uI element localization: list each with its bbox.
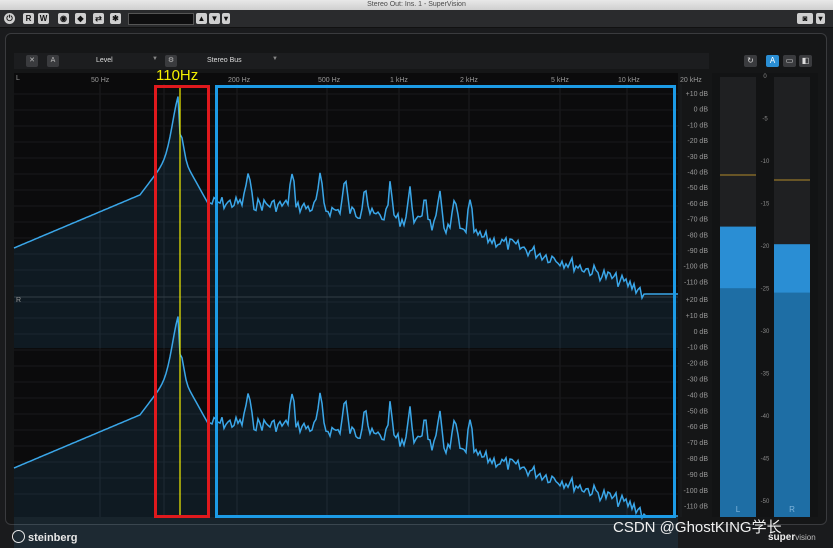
db-label: -80 dB (687, 232, 708, 239)
meter-scale-label: -40 (761, 414, 770, 420)
frequency-marker-label: 110Hz (156, 67, 198, 84)
freq-label-200hz: 200 Hz (228, 77, 251, 84)
freq-label-2khz: 2 kHz (460, 77, 478, 84)
meter-scale-label: -35 (761, 372, 770, 378)
brand-name: steinberg (28, 532, 78, 544)
db-label: -10 dB (687, 345, 708, 352)
freq-label-50hz: 50 Hz (91, 77, 110, 84)
db-label: -110 dB (684, 504, 708, 511)
channel-label-right: R (16, 297, 21, 304)
meter-scale-label: -50 (761, 499, 770, 505)
meter-scale-label: -45 (761, 457, 770, 463)
db-label: -20 dB (687, 138, 708, 145)
db-label: -100 dB (683, 264, 708, 271)
meter-right-rms (774, 292, 810, 517)
db-label: -70 dB (687, 217, 708, 224)
db-label: +20 dB (686, 297, 709, 304)
meter-scale-label: -20 (761, 244, 770, 250)
db-label: -40 dB (687, 170, 708, 177)
db-label: -70 dB (687, 440, 708, 447)
db-label: +10 dB (686, 91, 709, 98)
supervision-logo: supervision (768, 532, 816, 543)
db-label: -50 dB (687, 185, 708, 192)
db-label: -60 dB (687, 201, 708, 208)
meter-scale-label: -15 (761, 202, 770, 208)
meter-left-rms (720, 288, 756, 517)
db-label: -10 dB (687, 122, 708, 129)
db-label: -100 dB (683, 488, 708, 495)
db-label: -60 dB (687, 424, 708, 431)
meter-label-left: L (736, 505, 741, 514)
db-label: -40 dB (687, 392, 708, 399)
steinberg-logo: steinberg (12, 530, 78, 544)
freq-label-5khz: 5 kHz (551, 77, 569, 84)
db-label: -30 dB (687, 154, 708, 161)
meter-scale-label: -25 (761, 287, 770, 293)
db-label: -80 dB (687, 456, 708, 463)
meter-scale-label: -5 (762, 117, 768, 123)
db-label: -30 dB (687, 377, 708, 384)
freq-label-1khz: 1 kHz (390, 77, 408, 84)
spectrum-display: 50 Hz 200 Hz 500 Hz 1 kHz 2 kHz 5 kHz 10… (13, 67, 818, 548)
freq-label-500hz: 500 Hz (318, 77, 341, 84)
meter-label-right: R (789, 505, 795, 514)
channel-label-left: L (16, 75, 20, 82)
db-label: 0 dB (694, 107, 709, 114)
db-label: -50 dB (687, 408, 708, 415)
meter-scale-label: -30 (761, 329, 770, 335)
freq-label-20khz: 20 kHz (680, 77, 702, 84)
db-label: 0 dB (694, 329, 709, 336)
db-label: -90 dB (687, 472, 708, 479)
db-label: +10 dB (686, 313, 709, 320)
db-scale-bottom: +20 dB +10 dB 0 dB -10 dB -20 dB -30 dB -40 dB… (683, 297, 708, 511)
db-label: -90 dB (687, 248, 708, 255)
steinberg-logo-icon (12, 530, 25, 543)
meter-scale-label: -10 (761, 159, 770, 165)
db-scale-top: +10 dB 0 dB -10 dB -20 dB -30 dB -40 dB -50 dB… (683, 91, 708, 286)
watermark: CSDN @GhostKING学长 (613, 519, 782, 536)
db-label: -20 dB (687, 361, 708, 368)
freq-label-10khz: 10 kHz (618, 77, 640, 84)
db-label: -110 dB (684, 279, 708, 286)
